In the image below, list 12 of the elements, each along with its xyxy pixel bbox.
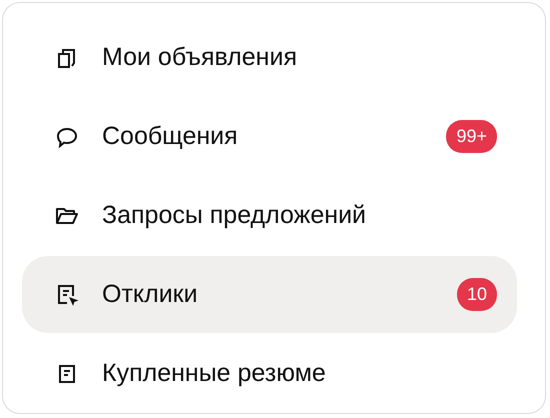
copy-icon <box>56 46 78 68</box>
folder-icon <box>55 206 79 226</box>
menu-item[interactable]: Сообщения 99+ <box>22 98 517 175</box>
menu-item[interactable]: Купленные резюме <box>22 335 517 412</box>
count-badge: 10 <box>456 278 497 311</box>
document-icon <box>57 362 77 384</box>
count-badge: 99+ <box>446 120 497 153</box>
menu-item[interactable]: Отклики 10 <box>22 256 517 333</box>
menu-item[interactable]: Мои объявления <box>22 19 517 96</box>
menu-item[interactable]: Запросы предложений <box>22 177 517 254</box>
speech-bubble-icon <box>55 126 79 148</box>
document-cursor-icon <box>55 282 79 306</box>
